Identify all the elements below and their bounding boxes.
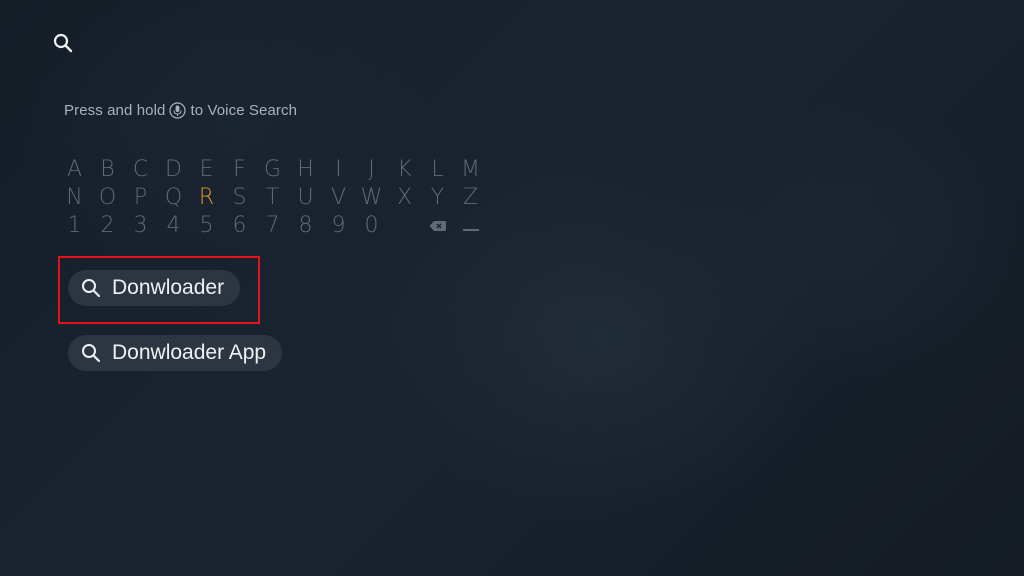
key-i[interactable]: I — [322, 156, 355, 184]
suggestion-item[interactable]: Donwloader App — [68, 335, 283, 371]
voice-hint-text-after: to Voice Search — [190, 102, 298, 119]
keyboard-row-digits: 1 2 3 4 5 6 7 8 9 0 — [58, 212, 487, 240]
key-q[interactable]: Q — [157, 184, 190, 212]
keyboard-row-letters-1: A B C D E F G H I J K L M — [58, 156, 487, 184]
key-b[interactable]: B — [91, 156, 124, 184]
key-5[interactable]: 5 — [190, 212, 223, 240]
key-e[interactable]: E — [190, 156, 223, 184]
key-a[interactable]: A — [58, 156, 91, 184]
keyboard-row-letters-2: N O P Q R S T U V W X Y Z — [58, 184, 487, 212]
key-c[interactable]: C — [124, 156, 157, 184]
key-f[interactable]: F — [223, 156, 256, 184]
key-7[interactable]: 7 — [256, 212, 289, 240]
key-k[interactable]: K — [388, 156, 421, 184]
key-spacer — [388, 212, 421, 240]
search-icon — [80, 342, 102, 364]
key-1[interactable]: 1 — [58, 212, 91, 240]
key-0[interactable]: 0 — [355, 212, 388, 240]
key-p[interactable]: P — [124, 184, 157, 212]
key-r[interactable]: R — [190, 184, 223, 212]
key-6[interactable]: 6 — [223, 212, 256, 240]
key-v[interactable]: V — [322, 184, 355, 212]
space-key-icon[interactable] — [454, 212, 487, 240]
suggestion-label: Donwloader App — [112, 341, 267, 364]
key-w[interactable]: W — [355, 184, 388, 212]
key-y[interactable]: Y — [421, 184, 454, 212]
microphone-icon — [169, 102, 187, 119]
key-h[interactable]: H — [289, 156, 322, 184]
key-3[interactable]: 3 — [124, 212, 157, 240]
key-d[interactable]: D — [157, 156, 190, 184]
key-4[interactable]: 4 — [157, 212, 190, 240]
key-z[interactable]: Z — [454, 184, 487, 212]
search-icon[interactable] — [52, 32, 74, 54]
key-2[interactable]: 2 — [91, 212, 124, 240]
key-u[interactable]: U — [289, 184, 322, 212]
key-t[interactable]: T — [256, 184, 289, 212]
key-j[interactable]: J — [355, 156, 388, 184]
key-x[interactable]: X — [388, 184, 421, 212]
key-m[interactable]: M — [454, 156, 487, 184]
key-o[interactable]: O — [91, 184, 124, 212]
on-screen-keyboard: A B C D E F G H I J K L M N O P Q R S T … — [58, 156, 487, 240]
key-n[interactable]: N — [58, 184, 91, 212]
voice-search-hint: Press and hold to Voice Search — [64, 102, 297, 119]
backspace-icon[interactable] — [421, 212, 454, 240]
key-l[interactable]: L — [421, 156, 454, 184]
key-8[interactable]: 8 — [289, 212, 322, 240]
voice-hint-text-before: Press and hold — [64, 102, 166, 119]
key-g[interactable]: G — [256, 156, 289, 184]
key-9[interactable]: 9 — [322, 212, 355, 240]
key-s[interactable]: S — [223, 184, 256, 212]
highlight-annotation-box — [58, 256, 260, 324]
